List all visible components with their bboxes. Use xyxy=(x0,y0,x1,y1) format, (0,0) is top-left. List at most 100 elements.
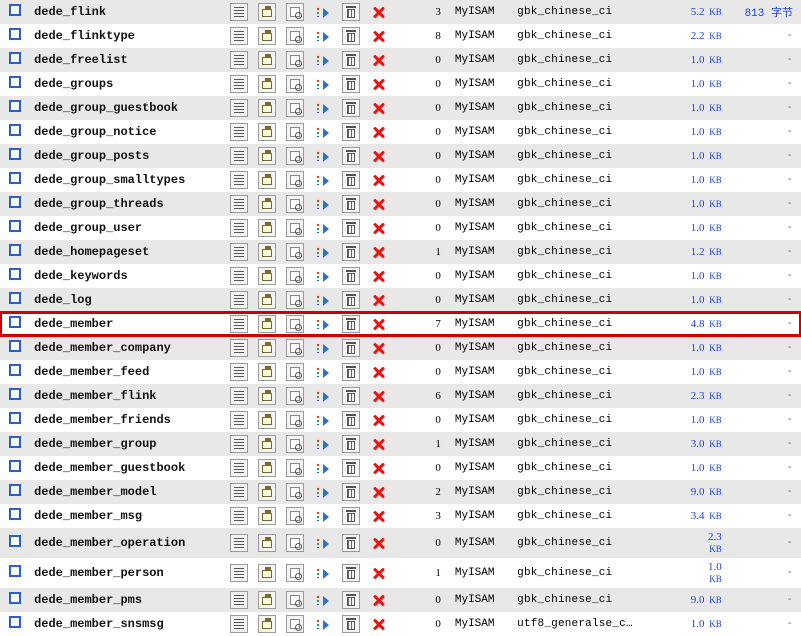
search-icon[interactable] xyxy=(286,123,304,141)
browse-icon[interactable] xyxy=(230,387,248,405)
insert-icon[interactable] xyxy=(314,99,332,117)
drop-icon[interactable] xyxy=(370,291,388,309)
browse-icon[interactable] xyxy=(230,147,248,165)
row-checkbox[interactable] xyxy=(9,4,21,16)
row-checkbox[interactable] xyxy=(9,100,21,112)
row-checkbox[interactable] xyxy=(9,364,21,376)
insert-icon[interactable] xyxy=(314,387,332,405)
size-cell[interactable]: 1.0 KB xyxy=(661,612,725,636)
insert-icon[interactable] xyxy=(314,564,332,582)
insert-icon[interactable] xyxy=(314,75,332,93)
empty-icon[interactable] xyxy=(342,219,360,237)
empty-icon[interactable] xyxy=(342,27,360,45)
structure-icon[interactable] xyxy=(258,507,276,525)
table-name-cell[interactable]: dede_member_msg xyxy=(30,504,225,528)
search-icon[interactable] xyxy=(286,507,304,525)
empty-icon[interactable] xyxy=(342,507,360,525)
size-cell[interactable]: 9.0 KB xyxy=(661,480,725,504)
insert-icon[interactable] xyxy=(314,435,332,453)
size-cell[interactable]: 1.0 KB xyxy=(661,456,725,480)
table-name-cell[interactable]: dede_group_notice xyxy=(30,120,225,144)
search-icon[interactable] xyxy=(286,243,304,261)
row-checkbox[interactable] xyxy=(9,484,21,496)
search-icon[interactable] xyxy=(286,363,304,381)
row-checkbox[interactable] xyxy=(9,28,21,40)
row-checkbox[interactable] xyxy=(9,340,21,352)
drop-icon[interactable] xyxy=(370,27,388,45)
search-icon[interactable] xyxy=(286,435,304,453)
row-checkbox[interactable] xyxy=(9,508,21,520)
table-name-cell[interactable]: dede_flink xyxy=(30,0,225,24)
table-name-cell[interactable]: dede_member_flink xyxy=(30,384,225,408)
browse-icon[interactable] xyxy=(230,99,248,117)
size-cell[interactable]: 1.0KB xyxy=(661,558,725,588)
empty-icon[interactable] xyxy=(342,99,360,117)
table-name-cell[interactable]: dede_member xyxy=(30,312,225,336)
structure-icon[interactable] xyxy=(258,123,276,141)
empty-icon[interactable] xyxy=(342,195,360,213)
search-icon[interactable] xyxy=(286,411,304,429)
search-icon[interactable] xyxy=(286,171,304,189)
structure-icon[interactable] xyxy=(258,75,276,93)
structure-icon[interactable] xyxy=(258,243,276,261)
table-name-cell[interactable]: dede_member_group xyxy=(30,432,225,456)
browse-icon[interactable] xyxy=(230,459,248,477)
row-checkbox[interactable] xyxy=(9,460,21,472)
browse-icon[interactable] xyxy=(230,3,248,21)
search-icon[interactable] xyxy=(286,459,304,477)
table-name-cell[interactable]: dede_freelist xyxy=(30,48,225,72)
size-cell[interactable]: 1.0 KB xyxy=(661,144,725,168)
table-name-cell[interactable]: dede_flinktype xyxy=(30,24,225,48)
empty-icon[interactable] xyxy=(342,171,360,189)
search-icon[interactable] xyxy=(286,564,304,582)
structure-icon[interactable] xyxy=(258,267,276,285)
row-checkbox[interactable] xyxy=(9,565,21,577)
browse-icon[interactable] xyxy=(230,267,248,285)
table-name-cell[interactable]: dede_member_friends xyxy=(30,408,225,432)
browse-icon[interactable] xyxy=(230,564,248,582)
table-name-cell[interactable]: dede_member_guestbook xyxy=(30,456,225,480)
drop-icon[interactable] xyxy=(370,615,388,633)
size-cell[interactable]: 1.0 KB xyxy=(661,192,725,216)
empty-icon[interactable] xyxy=(342,75,360,93)
table-name-cell[interactable]: dede_log xyxy=(30,288,225,312)
search-icon[interactable] xyxy=(286,591,304,609)
browse-icon[interactable] xyxy=(230,123,248,141)
empty-icon[interactable] xyxy=(342,243,360,261)
size-cell[interactable]: 1.0 KB xyxy=(661,72,725,96)
size-cell[interactable]: 3.4 KB xyxy=(661,504,725,528)
row-checkbox[interactable] xyxy=(9,244,21,256)
table-name-cell[interactable]: dede_member_company xyxy=(30,336,225,360)
table-name-cell[interactable]: dede_group_guestbook xyxy=(30,96,225,120)
structure-icon[interactable] xyxy=(258,564,276,582)
size-cell[interactable]: 1.0 KB xyxy=(661,168,725,192)
row-checkbox[interactable] xyxy=(9,172,21,184)
structure-icon[interactable] xyxy=(258,591,276,609)
drop-icon[interactable] xyxy=(370,147,388,165)
insert-icon[interactable] xyxy=(314,459,332,477)
insert-icon[interactable] xyxy=(314,51,332,69)
row-checkbox[interactable] xyxy=(9,388,21,400)
drop-icon[interactable] xyxy=(370,459,388,477)
drop-icon[interactable] xyxy=(370,564,388,582)
search-icon[interactable] xyxy=(286,534,304,552)
insert-icon[interactable] xyxy=(314,243,332,261)
search-icon[interactable] xyxy=(286,51,304,69)
search-icon[interactable] xyxy=(286,147,304,165)
browse-icon[interactable] xyxy=(230,507,248,525)
search-icon[interactable] xyxy=(286,483,304,501)
size-cell[interactable]: 1.0 KB xyxy=(661,216,725,240)
search-icon[interactable] xyxy=(286,615,304,633)
drop-icon[interactable] xyxy=(370,591,388,609)
empty-icon[interactable] xyxy=(342,339,360,357)
browse-icon[interactable] xyxy=(230,411,248,429)
drop-icon[interactable] xyxy=(370,339,388,357)
structure-icon[interactable] xyxy=(258,339,276,357)
empty-icon[interactable] xyxy=(342,147,360,165)
search-icon[interactable] xyxy=(286,315,304,333)
insert-icon[interactable] xyxy=(314,591,332,609)
structure-icon[interactable] xyxy=(258,387,276,405)
empty-icon[interactable] xyxy=(342,363,360,381)
table-name-cell[interactable]: dede_homepageset xyxy=(30,240,225,264)
insert-icon[interactable] xyxy=(314,267,332,285)
